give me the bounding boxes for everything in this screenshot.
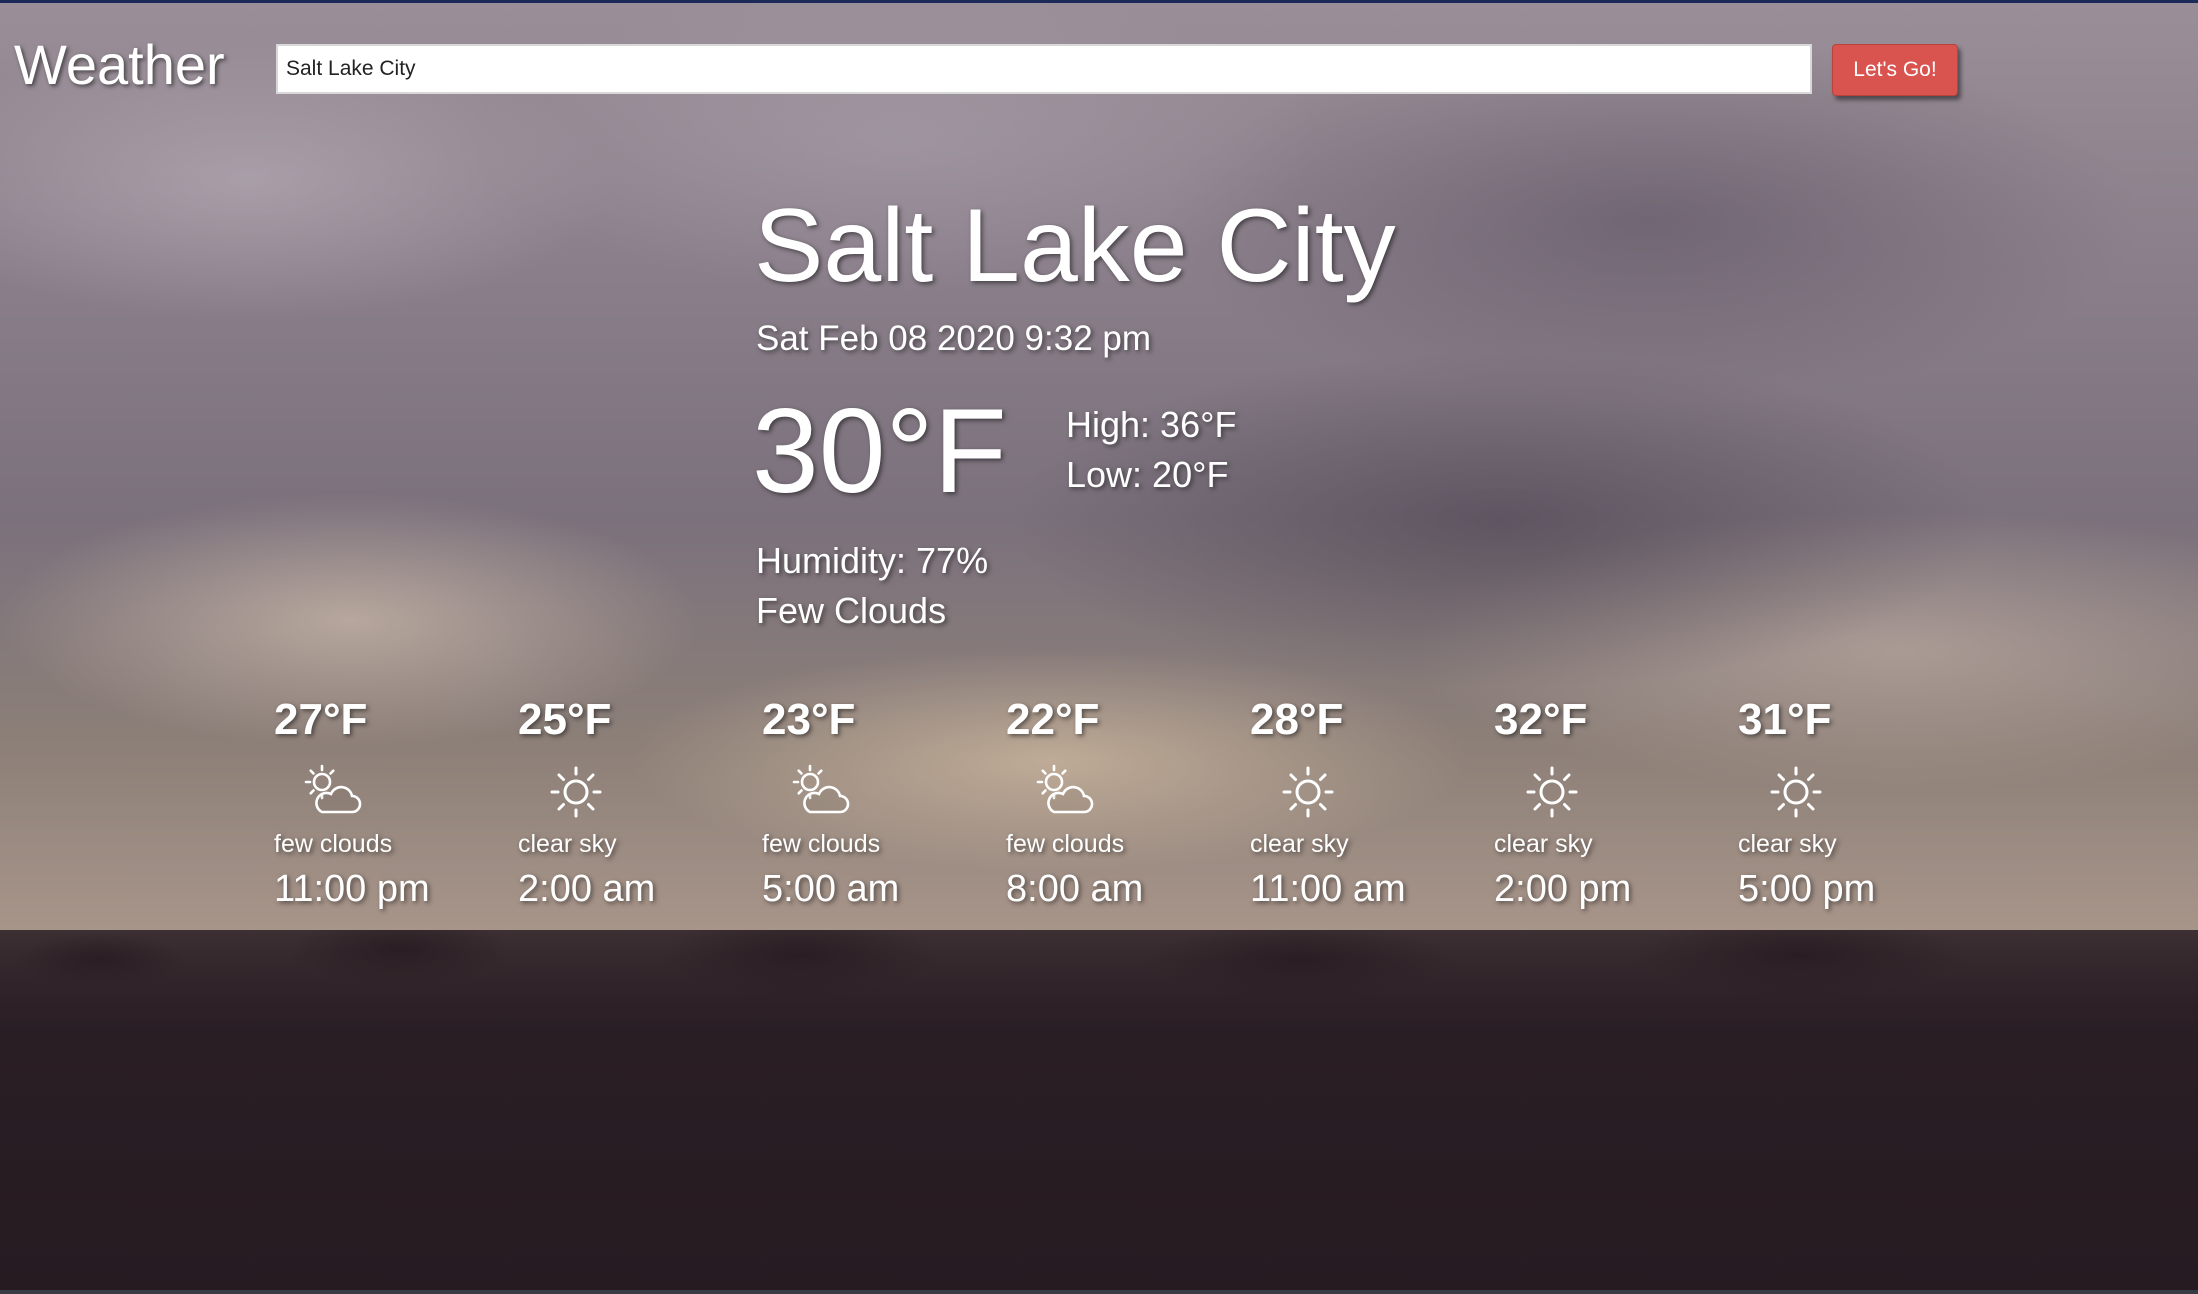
forecast-time: 2:00 am xyxy=(518,868,656,910)
forecast-time: 8:00 am xyxy=(1006,868,1144,910)
sun-icon xyxy=(1282,766,1334,818)
forecast-item: 31°F clear sky 5:00 pm xyxy=(1738,692,1968,922)
brand-title: Weather xyxy=(14,33,225,96)
forecast-description: clear sky xyxy=(1250,830,1349,858)
current-details: Humidity: 77% Few Clouds xyxy=(756,536,988,636)
forecast-item: 22°F few clouds 8:00 am xyxy=(1006,692,1236,922)
lets-go-button[interactable]: Let's Go! xyxy=(1832,44,1958,96)
forecast-item: 28°F clear sky 11:00 am xyxy=(1250,692,1480,922)
forecast-temp: 25°F xyxy=(518,695,612,744)
forecast-temp: 23°F xyxy=(762,695,856,744)
forecast-item: 32°F clear sky 2:00 pm xyxy=(1494,692,1724,922)
forecast-item: 27°F few clouds 11:00 pm xyxy=(274,692,504,922)
forecast-description: few clouds xyxy=(1006,830,1125,858)
partly-cloudy-icon xyxy=(792,764,850,814)
forecast-item: 25°F clear sky 2:00 am xyxy=(518,692,748,922)
forecast-time: 5:00 am xyxy=(762,868,900,910)
city-search-input[interactable] xyxy=(276,44,1812,94)
current-datetime: Sat Feb 08 2020 9:32 pm xyxy=(756,319,1151,358)
forecast-temp: 28°F xyxy=(1250,695,1344,744)
bottom-border xyxy=(0,1290,2198,1294)
partly-cloudy-icon xyxy=(1036,764,1094,814)
condition: Few Clouds xyxy=(756,590,947,631)
shrub-silhouette xyxy=(0,930,2198,1294)
forecast-description: few clouds xyxy=(762,830,881,858)
low-temperature: Low: 20°F xyxy=(1066,454,1229,495)
forecast-time: 11:00 pm xyxy=(274,868,430,910)
forecast-temp: 22°F xyxy=(1006,695,1100,744)
sun-icon xyxy=(1770,766,1822,818)
forecast-time: 11:00 am xyxy=(1250,868,1406,910)
forecast-description: clear sky xyxy=(1494,830,1593,858)
forecast-description: few clouds xyxy=(274,830,393,858)
forecast-item: 23°F few clouds 5:00 am xyxy=(762,692,992,922)
sun-icon xyxy=(550,766,602,818)
forecast-temp: 32°F xyxy=(1494,695,1588,744)
high-temperature: High: 36°F xyxy=(1066,404,1237,445)
forecast-description: clear sky xyxy=(518,830,617,858)
city-name: Salt Lake City xyxy=(754,188,1396,304)
forecast-temp: 27°F xyxy=(274,695,368,744)
forecast-time: 5:00 pm xyxy=(1738,868,1876,910)
partly-cloudy-icon xyxy=(304,764,362,814)
sun-icon xyxy=(1526,766,1578,818)
high-low: High: 36°F Low: 20°F xyxy=(1066,400,1236,500)
top-border xyxy=(0,0,2198,3)
current-temperature: 30°F xyxy=(752,384,1007,518)
forecast-time: 2:00 pm xyxy=(1494,868,1632,910)
forecast-temp: 31°F xyxy=(1738,695,1832,744)
humidity: Humidity: 77% xyxy=(756,540,989,581)
forecast-description: clear sky xyxy=(1738,830,1837,858)
